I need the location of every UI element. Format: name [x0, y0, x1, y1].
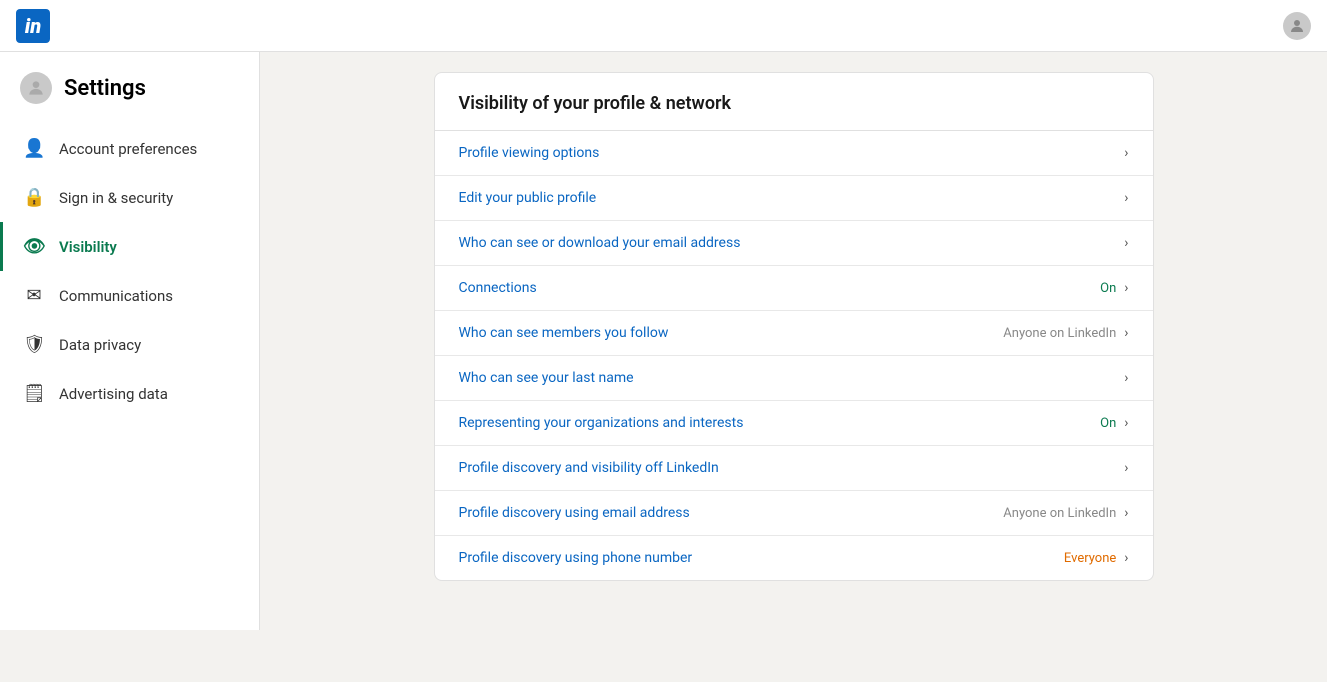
settings-list-item[interactable]: Connections On › [435, 266, 1153, 311]
item-label: Who can see or download your email addre… [459, 235, 1109, 251]
chevron-right-icon: › [1124, 370, 1128, 386]
settings-list-item[interactable]: Edit your public profile › [435, 176, 1153, 221]
item-right: › [1124, 460, 1128, 476]
item-label: Profile discovery using email address [459, 505, 988, 521]
settings-list-item[interactable]: Representing your organizations and inte… [435, 401, 1153, 446]
settings-list-item[interactable]: Who can see or download your email addre… [435, 221, 1153, 266]
sidebar-item-sign-in-security[interactable]: 🔒 Sign in & security [0, 173, 259, 222]
chevron-right-icon: › [1124, 325, 1128, 341]
item-label: Profile discovery using phone number [459, 550, 1048, 566]
item-right: Anyone on LinkedIn › [1003, 505, 1128, 521]
sidebar-item-label: Visibility [59, 238, 117, 256]
item-status: On [1100, 416, 1116, 431]
section-title: Visibility of your profile & network [459, 93, 1129, 114]
sidebar-nav: 👤 Account preferences 🔒 Sign in & securi… [0, 124, 259, 418]
item-label: Representing your organizations and inte… [459, 415, 1085, 431]
item-right: › [1124, 235, 1128, 251]
sidebar-item-data-privacy[interactable]: 🛡 Data privacy [0, 320, 259, 369]
settings-list-item[interactable]: Who can see members you follow Anyone on… [435, 311, 1153, 356]
item-label: Profile discovery and visibility off Lin… [459, 460, 1109, 476]
settings-list-item[interactable]: Profile discovery using phone number Eve… [435, 536, 1153, 580]
card-header: Visibility of your profile & network [435, 73, 1153, 131]
item-left: Representing your organizations and inte… [459, 415, 1085, 431]
account-preferences-icon: 👤 [23, 138, 45, 159]
item-label: Who can see your last name [459, 370, 1109, 386]
sidebar-item-label: Advertising data [59, 385, 168, 403]
chevron-right-icon: › [1124, 235, 1128, 251]
sidebar-item-account-preferences[interactable]: 👤 Account preferences [0, 124, 259, 173]
chevron-right-icon: › [1124, 550, 1128, 566]
advertising-data-icon: 🗒 [23, 383, 45, 404]
content-card: Visibility of your profile & network Pro… [434, 72, 1154, 581]
communications-icon: ✉ [23, 285, 45, 306]
settings-list-item[interactable]: Profile discovery and visibility off Lin… [435, 446, 1153, 491]
chevron-right-icon: › [1124, 415, 1128, 431]
top-navigation: in [0, 0, 1327, 52]
settings-list-item[interactable]: Who can see your last name › [435, 356, 1153, 401]
item-left: Profile discovery using phone number [459, 550, 1048, 566]
item-label: Profile viewing options [459, 145, 1109, 161]
sidebar: Settings 👤 Account preferences 🔒 Sign in… [0, 52, 260, 630]
sidebar-item-advertising-data[interactable]: 🗒 Advertising data [0, 369, 259, 418]
settings-list-item[interactable]: Profile discovery using email address An… [435, 491, 1153, 536]
item-status: On [1100, 281, 1116, 296]
settings-list: Profile viewing options › Edit your publ… [435, 131, 1153, 580]
item-left: Connections [459, 280, 1085, 296]
item-right: Anyone on LinkedIn › [1003, 325, 1128, 341]
item-left: Who can see members you follow [459, 325, 988, 341]
settings-title: Settings [64, 76, 146, 101]
item-left: Profile viewing options [459, 145, 1109, 161]
visibility-icon: 👁 [23, 236, 45, 257]
item-label: Who can see members you follow [459, 325, 988, 341]
item-status: Everyone [1064, 551, 1116, 566]
sidebar-item-label: Sign in & security [59, 189, 173, 207]
settings-list-item[interactable]: Profile viewing options › [435, 131, 1153, 176]
item-right: › [1124, 145, 1128, 161]
settings-header: Settings [0, 72, 259, 124]
sidebar-item-communications[interactable]: ✉ Communications [0, 271, 259, 320]
item-label: Connections [459, 280, 1085, 296]
user-avatar-icon[interactable] [1283, 12, 1311, 40]
item-right: › [1124, 370, 1128, 386]
chevron-right-icon: › [1124, 190, 1128, 206]
settings-avatar [20, 72, 52, 104]
page-layout: Settings 👤 Account preferences 🔒 Sign in… [0, 52, 1327, 630]
sidebar-item-label: Communications [59, 287, 173, 305]
chevron-right-icon: › [1124, 280, 1128, 296]
item-right: On › [1100, 280, 1128, 296]
item-left: Profile discovery using email address [459, 505, 988, 521]
chevron-right-icon: › [1124, 460, 1128, 476]
item-right: On › [1100, 415, 1128, 431]
sidebar-item-label: Data privacy [59, 336, 141, 354]
sign-in-security-icon: 🔒 [23, 187, 45, 208]
item-left: Edit your public profile [459, 190, 1109, 206]
item-right: › [1124, 190, 1128, 206]
topnav-right [1283, 12, 1311, 40]
item-right: Everyone › [1064, 550, 1129, 566]
chevron-right-icon: › [1124, 145, 1128, 161]
item-status: Anyone on LinkedIn [1003, 506, 1116, 521]
main-content: Visibility of your profile & network Pro… [260, 52, 1327, 630]
item-label: Edit your public profile [459, 190, 1109, 206]
item-status: Anyone on LinkedIn [1003, 326, 1116, 341]
sidebar-item-label: Account preferences [59, 140, 197, 158]
item-left: Profile discovery and visibility off Lin… [459, 460, 1109, 476]
sidebar-item-visibility[interactable]: 👁 Visibility [0, 222, 259, 271]
linkedin-logo[interactable]: in [16, 9, 50, 43]
data-privacy-icon: 🛡 [23, 334, 45, 355]
chevron-right-icon: › [1124, 505, 1128, 521]
item-left: Who can see or download your email addre… [459, 235, 1109, 251]
item-left: Who can see your last name [459, 370, 1109, 386]
